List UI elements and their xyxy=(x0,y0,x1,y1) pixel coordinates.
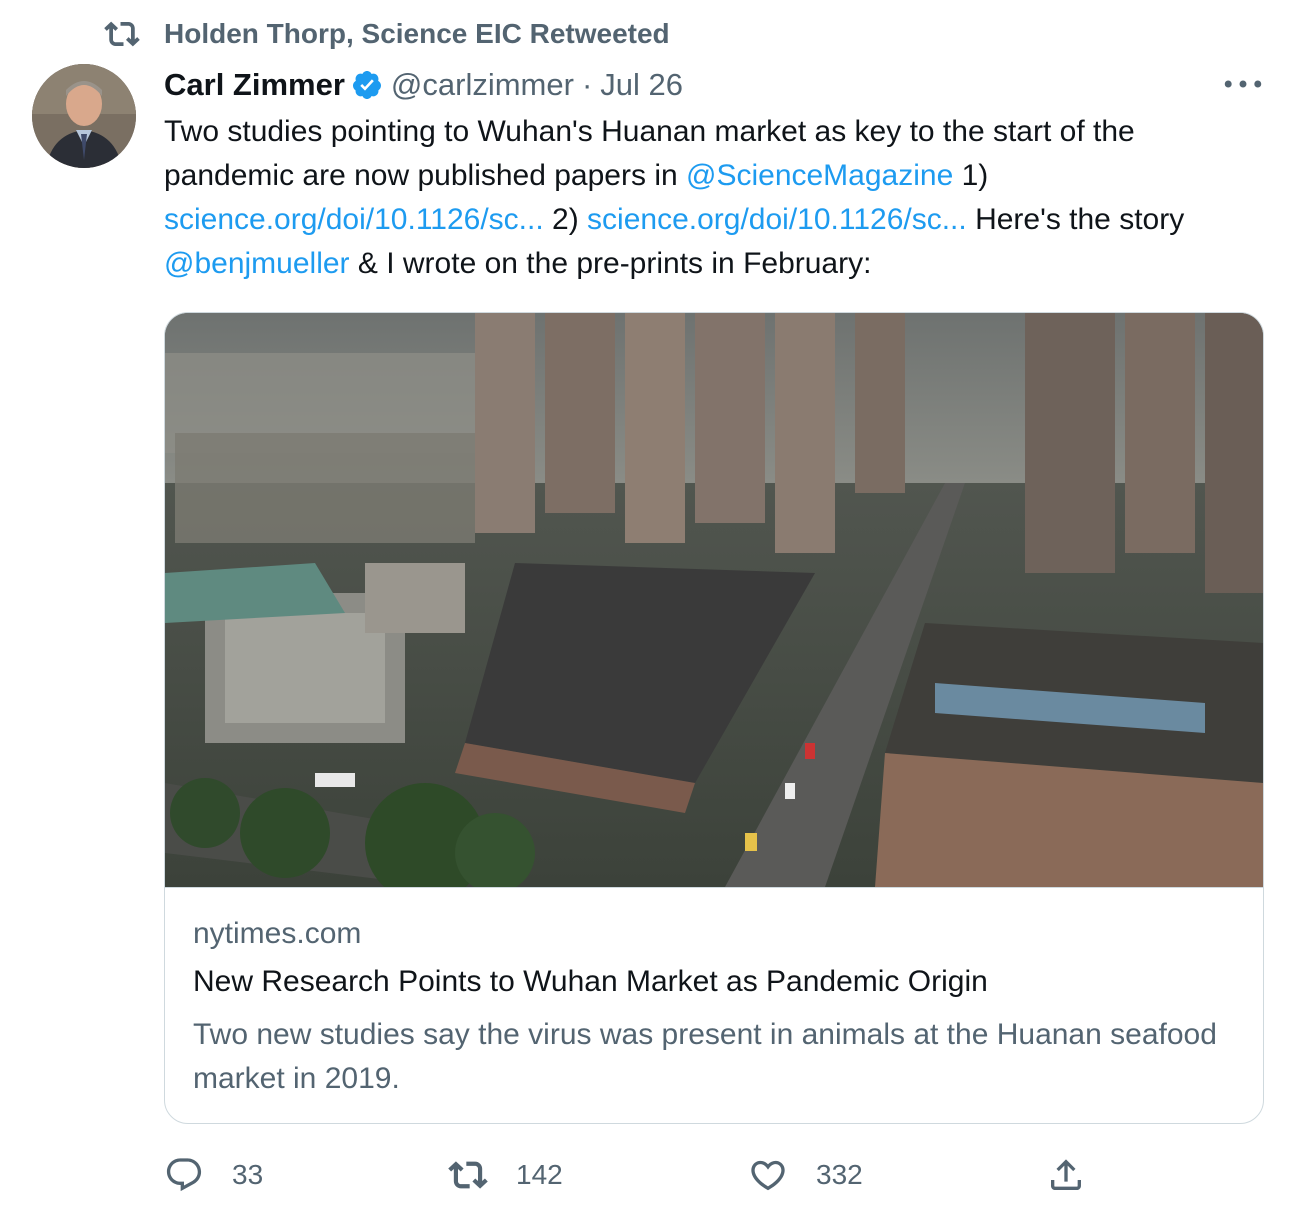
more-options-icon[interactable] xyxy=(1220,66,1266,102)
aerial-photo-huanan-market[interactable] xyxy=(165,313,1263,903)
tweet-date[interactable]: Jul 26 xyxy=(600,67,683,103)
retweet-count: 142 xyxy=(516,1159,563,1190)
tweet-text-segment: Here's the story xyxy=(966,203,1185,236)
author-name[interactable]: Carl Zimmer xyxy=(164,67,345,103)
tweet-header: Carl Zimmer @carlzimmer · Jul 26 xyxy=(164,60,683,110)
reply-button[interactable]: 33 xyxy=(164,1150,263,1200)
card-title[interactable]: New Research Points to Wuhan Market as P… xyxy=(193,965,988,999)
card-domain: nytimes.com xyxy=(193,917,362,950)
share-button[interactable] xyxy=(1046,1150,1114,1200)
retweet-context: Holden Thorp, Science EIC Retweeted xyxy=(104,14,670,54)
tweet-text: Two studies pointing to Wuhan's Huanan m… xyxy=(164,110,1264,286)
doi-link-1[interactable]: science.org/doi/10.1126/sc... xyxy=(164,203,544,236)
card-description: Two new studies say the virus was presen… xyxy=(193,1018,1217,1095)
tweet-text-segment: 1) xyxy=(953,159,989,192)
tweet-text-segment: & I wrote on the pre-prints in February: xyxy=(349,247,872,280)
tweet-text-segment: Two studies pointing to Wuhan's Huanan m… xyxy=(164,115,1135,192)
reply-count: 33 xyxy=(232,1159,264,1190)
mention-benjmueller[interactable]: @benjmueller xyxy=(164,247,350,280)
doi-link-2[interactable]: science.org/doi/10.1126/sc... xyxy=(587,203,967,236)
tweet-text-segment: 2) xyxy=(543,203,588,236)
retweet-icon xyxy=(104,16,140,52)
reply-icon xyxy=(164,1155,204,1195)
retweet-button[interactable]: 142 xyxy=(448,1150,563,1200)
retweet-icon xyxy=(448,1155,488,1195)
heart-icon xyxy=(748,1155,788,1195)
author-handle[interactable]: @carlzimmer xyxy=(391,67,574,103)
like-count: 332 xyxy=(816,1159,863,1190)
retweet-context-text[interactable]: Holden Thorp, Science EIC Retweeted xyxy=(164,18,670,50)
author-avatar[interactable] xyxy=(32,64,136,168)
like-button[interactable]: 332 xyxy=(748,1150,863,1200)
share-icon xyxy=(1046,1155,1086,1195)
mention-sciencemagazine[interactable]: @ScienceMagazine xyxy=(686,159,953,192)
verified-badge-icon[interactable] xyxy=(351,69,383,101)
separator-dot: · xyxy=(581,67,593,102)
action-bar: 33 142 332 xyxy=(164,1150,1264,1200)
tweet-container[interactable]: Holden Thorp, Science EIC Retweeted Carl… xyxy=(0,0,1306,1232)
link-preview-card[interactable]: nytimes.com New Research Points to Wuhan… xyxy=(164,312,1264,1124)
